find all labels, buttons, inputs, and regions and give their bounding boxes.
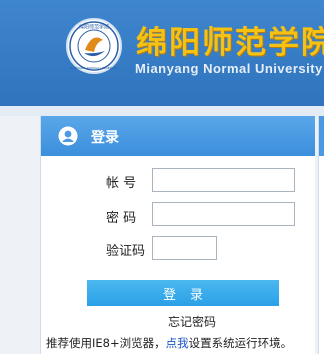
university-subtitle: Mianyang Normal University xyxy=(135,61,323,76)
svg-text:MIANYANG NORMAL UNIVERSITY: MIANYANG NORMAL UNIVERSITY xyxy=(70,66,119,70)
captcha-label: 验证码 xyxy=(106,244,146,259)
university-seal-logo: 绵阳师范学院 MIANYANG NORMAL UNIVERSITY xyxy=(66,18,122,74)
username-input[interactable] xyxy=(152,168,295,192)
password-label: 密 码 xyxy=(106,211,137,226)
user-icon xyxy=(58,126,78,146)
username-label: 帐 号 xyxy=(106,176,137,191)
side-panel-edge xyxy=(318,116,324,354)
password-input[interactable] xyxy=(152,202,295,226)
captcha-input[interactable] xyxy=(152,236,217,260)
setup-environment-link[interactable]: 点我 xyxy=(166,336,189,350)
svg-text:绵阳师范学院: 绵阳师范学院 xyxy=(79,24,109,31)
forgot-password-link[interactable]: 忘记密码 xyxy=(168,313,216,330)
note-suffix: 设置系统运行环境。 xyxy=(188,336,293,350)
side-panel-header xyxy=(319,116,324,156)
header-divider xyxy=(0,106,324,116)
login-panel-header: 登录 xyxy=(41,116,315,156)
login-button[interactable]: 登录 xyxy=(87,280,279,306)
browser-recommendation-note: 推荐使用IE8+浏览器，点我设置系统运行环境。 xyxy=(46,335,292,351)
note-prefix: 推荐使用IE8+浏览器， xyxy=(46,336,166,350)
login-heading: 登录 xyxy=(91,130,119,146)
site-header: 绵阳师范学院 MIANYANG NORMAL UNIVERSITY 绵阳师范学院… xyxy=(0,0,324,106)
university-title: 绵阳师范学院 xyxy=(136,25,324,61)
